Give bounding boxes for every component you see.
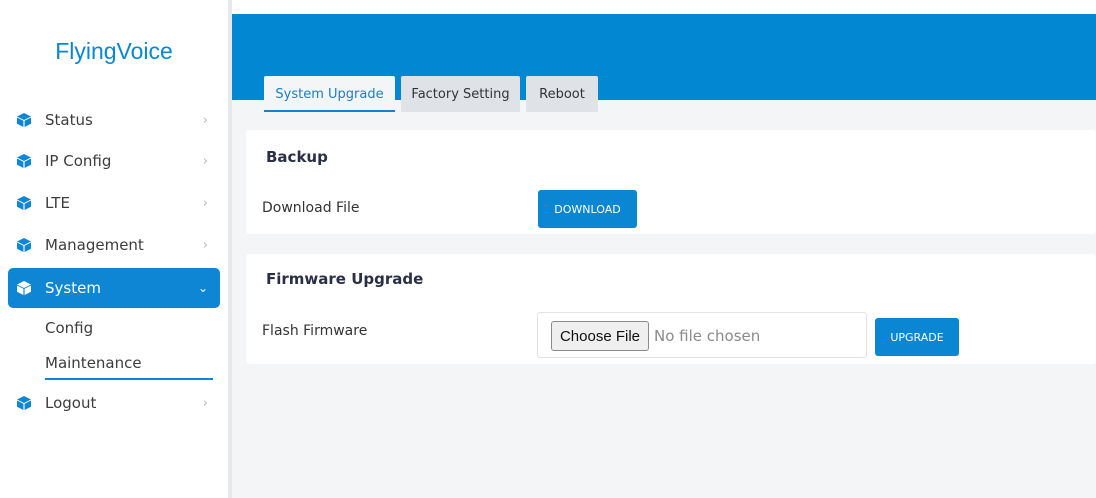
top-strip <box>232 0 1096 14</box>
sidebar-item-label: Logout <box>45 394 97 412</box>
chevron-right-icon: › <box>202 237 208 253</box>
tab-factory-setting[interactable]: Factory Setting <box>401 76 520 112</box>
cube-icon <box>17 238 31 252</box>
sidebar-subitem-config[interactable]: Config <box>45 319 93 337</box>
download-file-label: Download File <box>262 200 360 216</box>
firmware-upgrade-title: Firmware Upgrade <box>266 270 424 288</box>
sidebar-item-label: LTE <box>45 194 70 212</box>
backup-card: Backup Download File DOWNLOAD <box>246 130 1096 234</box>
chevron-right-icon: › <box>202 153 208 169</box>
cube-icon <box>17 396 31 410</box>
chevron-right-icon: › <box>202 112 208 128</box>
sidebar-subitem-maintenance[interactable]: Maintenance <box>45 354 142 372</box>
download-button[interactable]: DOWNLOAD <box>538 190 637 228</box>
sidebar: FlyingVoice Status › IP Config › LTE › M… <box>0 0 228 498</box>
cube-icon <box>17 196 31 210</box>
firmware-file-input[interactable]: Choose File No file chosen <box>537 312 867 358</box>
flash-firmware-label: Flash Firmware <box>262 323 368 339</box>
chevron-down-icon: ⌄ <box>197 281 208 295</box>
tab-reboot[interactable]: Reboot <box>526 76 598 112</box>
chevron-right-icon: › <box>202 395 208 411</box>
cube-icon <box>17 281 31 295</box>
sidebar-item-label: IP Config <box>45 152 112 170</box>
sidebar-item-status[interactable]: Status › <box>8 105 220 135</box>
sidebar-item-management[interactable]: Management › <box>8 230 220 260</box>
sidebar-item-label: Management <box>45 236 144 254</box>
main-content: System Upgrade Factory Setting Reboot Ba… <box>232 0 1096 498</box>
cube-icon <box>17 113 31 127</box>
tab-system-upgrade[interactable]: System Upgrade <box>264 76 395 112</box>
logo: FlyingVoice <box>55 38 173 64</box>
cube-icon <box>17 154 31 168</box>
sidebar-item-ip-config[interactable]: IP Config › <box>8 146 220 176</box>
sidebar-item-lte[interactable]: LTE › <box>8 188 220 218</box>
choose-file-button[interactable]: Choose File <box>551 321 649 351</box>
active-subitem-underline <box>45 378 213 380</box>
no-file-chosen-text: No file chosen <box>654 327 761 345</box>
chevron-right-icon: › <box>202 195 208 211</box>
firmware-upgrade-card: Firmware Upgrade Flash Firmware Choose F… <box>246 254 1096 364</box>
sidebar-item-logout[interactable]: Logout › <box>8 388 220 418</box>
active-tab-underline <box>264 110 395 112</box>
sidebar-item-system[interactable]: System ⌄ <box>8 268 220 308</box>
upgrade-button[interactable]: UPGRADE <box>875 318 959 356</box>
sidebar-item-label: System <box>45 279 101 297</box>
sidebar-item-label: Status <box>45 111 93 129</box>
backup-title: Backup <box>266 148 328 166</box>
